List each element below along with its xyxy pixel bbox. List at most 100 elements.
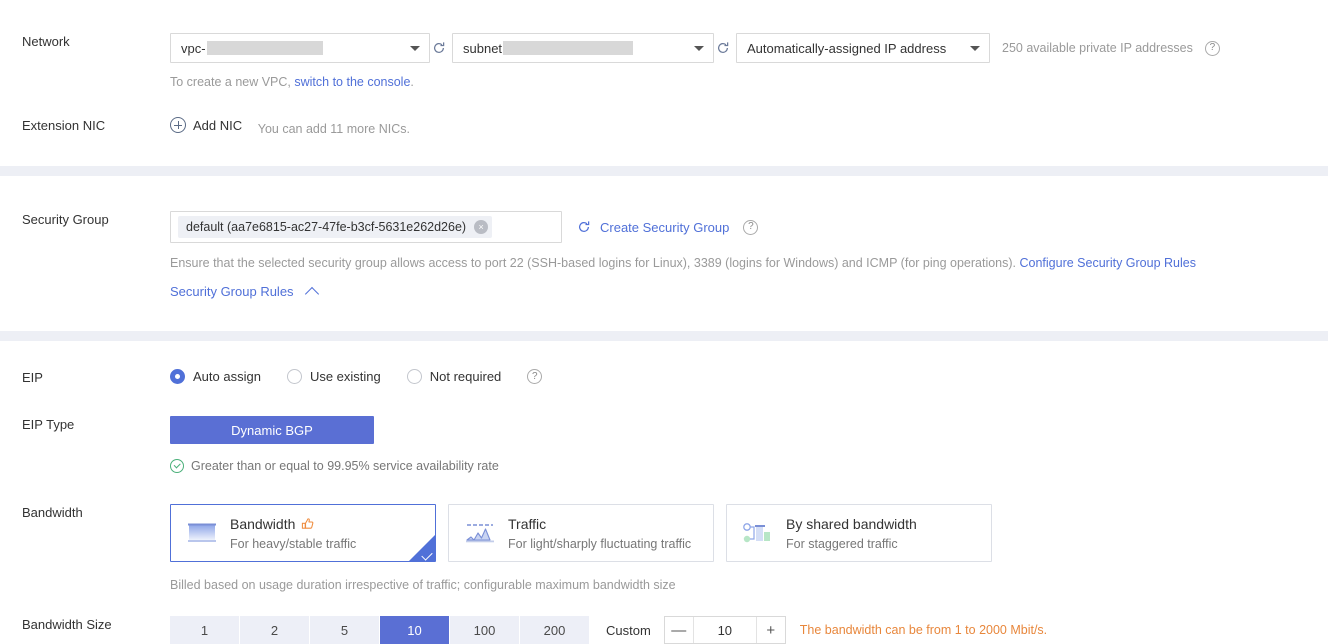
bandwidth-billing-note: Billed based on usage duration irrespect…	[170, 578, 676, 592]
refresh-subnet-button[interactable]	[714, 37, 732, 59]
bandwidth-card-title-wrap: Bandwidth	[230, 515, 356, 533]
bandwidth-range-warning: The bandwidth can be from 1 to 2000 Mbit…	[799, 623, 1048, 637]
bandwidth-card-subtitle: For light/sharply fluctuating traffic	[508, 536, 692, 551]
vpc-masked-value	[206, 41, 323, 55]
custom-label: Custom	[606, 622, 651, 638]
bandwidth-card-title: Traffic	[508, 515, 547, 532]
network-label: Network	[22, 34, 70, 49]
radio-icon	[406, 369, 422, 384]
eip-option-label: Auto assign	[193, 369, 261, 384]
stepper-decrement-button[interactable]: —	[665, 617, 694, 643]
plus-circle-icon	[170, 117, 186, 133]
refresh-security-group-button[interactable]	[575, 216, 593, 238]
eip-option-label: Not required	[429, 369, 502, 384]
radio-icon	[286, 369, 302, 384]
add-nic-button[interactable]: Add NIC	[170, 117, 242, 133]
security-group-rules-toggle-label: Security Group Rules	[170, 284, 294, 299]
bandwidth-row: Bandwidth Bandwidth For heavy/stable tra…	[0, 504, 1328, 592]
bandwidth-card-subtitle: For staggered traffic	[786, 536, 898, 551]
security-group-help-icon[interactable]: ?	[743, 219, 759, 235]
ip-address-select-value: Automatically-assigned IP address	[747, 40, 947, 56]
bandwidth-block-icon	[185, 520, 219, 546]
ip-address-select[interactable]: Automatically-assigned IP address	[736, 33, 990, 63]
subnet-select-value: subnet	[463, 40, 503, 56]
bandwidth-card-text: Traffic For light/sharply fluctuating tr…	[508, 515, 691, 552]
bandwidth-stepper-input[interactable]	[693, 621, 756, 639]
vpc-select-value: vpc-	[181, 40, 206, 56]
bandwidth-card-title: Bandwidth	[230, 515, 296, 532]
eip-availability-row: Greater than or equal to 99.95% service …	[170, 459, 1328, 473]
security-group-label: Security Group	[22, 212, 109, 227]
bandwidth-content: Bandwidth For heavy/stable traffic Traff…	[170, 504, 1328, 592]
configure-security-group-rules-link[interactable]: Configure Security Group Rules	[1020, 256, 1196, 270]
add-nic-label: Add NIC	[193, 117, 243, 133]
eip-type-content: Dynamic BGP Greater than or equal to 99.…	[170, 416, 1328, 473]
network-section: Network vpc- subnet Automatically-assign…	[0, 0, 1328, 166]
eip-help-icon[interactable]: ?	[527, 369, 543, 384]
eip-type-label: EIP Type	[22, 417, 75, 432]
security-group-rules-toggle[interactable]: Security Group Rules	[170, 284, 319, 301]
vpc-select[interactable]: vpc-	[170, 33, 430, 63]
security-group-section: Security Group default (aa7e6815-ac27-47…	[0, 176, 1328, 331]
eip-label: EIP	[22, 370, 43, 385]
security-group-content: default (aa7e6815-ac27-47fe-b3cf-5631e26…	[170, 211, 1328, 301]
chevron-up-icon	[304, 286, 319, 301]
bandwidth-card-text: By shared bandwidth For staggered traffi…	[786, 515, 917, 552]
bandwidth-card-group: Bandwidth For heavy/stable traffic Traff…	[170, 504, 1328, 562]
eip-radio-group: Auto assign Use existing Not required ?	[170, 369, 1328, 384]
bandwidth-card-title: By shared bandwidth	[786, 515, 917, 532]
security-group-tag: default (aa7e6815-ac27-47fe-b3cf-5631e26…	[178, 216, 493, 238]
chevron-down-icon	[410, 46, 420, 51]
bandwidth-label: Bandwidth	[22, 505, 83, 520]
refresh-vpc-button[interactable]	[430, 37, 448, 59]
create-security-group-link[interactable]: Create Security Group	[600, 220, 729, 235]
eip-option-auto-assign[interactable]: Auto assign	[170, 369, 261, 384]
eip-row: EIP Auto assign Use existing Not require…	[0, 369, 1328, 387]
radio-icon	[170, 369, 185, 384]
eip-option-not-required[interactable]: Not required	[406, 369, 502, 384]
create-vpc-hint-suffix: .	[410, 75, 414, 89]
network-help-icon[interactable]: ?	[1204, 40, 1220, 56]
extension-nic-label: Extension NIC	[22, 118, 106, 133]
section-divider-2	[0, 331, 1328, 341]
section-divider-1	[0, 166, 1328, 176]
thumbs-up-icon	[301, 517, 315, 531]
available-ip-text: 250 available private IP addresses	[1002, 41, 1193, 55]
create-vpc-hint-prefix: To create a new VPC,	[170, 75, 295, 89]
eip-section: EIP Auto assign Use existing Not require…	[0, 341, 1328, 644]
security-group-description-text: Ensure that the selected security group …	[170, 256, 1020, 270]
eip-option-use-existing[interactable]: Use existing	[286, 369, 381, 384]
create-vpc-hint: To create a new VPC, switch to the conso…	[170, 75, 1328, 89]
network-content: vpc- subnet Automatically-assigned IP ad…	[170, 33, 1328, 89]
security-group-tag-label: default (aa7e6815-ac27-47fe-b3cf-5631e26…	[186, 220, 467, 234]
security-group-row: Security Group default (aa7e6815-ac27-47…	[0, 211, 1328, 301]
eip-type-dynamic-bgp-button[interactable]: Dynamic BGP	[170, 416, 374, 444]
extension-nic-content: Add NIC You can add 11 more NICs.	[170, 117, 1328, 136]
subnet-masked-value	[503, 41, 634, 55]
network-row: Network vpc- subnet Automatically-assign…	[0, 0, 1328, 89]
security-group-description: Ensure that the selected security group …	[170, 256, 1328, 270]
chevron-down-icon	[970, 46, 980, 51]
bandwidth-card-bandwidth[interactable]: Bandwidth For heavy/stable traffic	[170, 504, 436, 562]
extension-nic-row: Extension NIC Add NIC You can add 11 mor…	[0, 117, 1328, 166]
stepper-increment-button[interactable]: +	[755, 617, 785, 643]
bandwidth-card-traffic[interactable]: Traffic For light/sharply fluctuating tr…	[448, 504, 714, 562]
eip-availability-text: Greater than or equal to 99.95% service …	[191, 459, 499, 473]
shared-bandwidth-icon	[741, 520, 775, 546]
switch-to-console-link[interactable]: switch to the console	[294, 75, 410, 89]
network-selectors: vpc- subnet Automatically-assigned IP ad…	[170, 33, 1328, 63]
remove-tag-icon[interactable]: ×	[474, 220, 489, 234]
security-group-select[interactable]: default (aa7e6815-ac27-47fe-b3cf-5631e26…	[170, 211, 562, 243]
subnet-select[interactable]: subnet	[452, 33, 714, 63]
bandwidth-card-shared[interactable]: By shared bandwidth For staggered traffi…	[726, 504, 992, 562]
chevron-down-icon	[694, 46, 704, 51]
bandwidth-card-text: Bandwidth For heavy/stable traffic	[230, 515, 356, 552]
eip-type-row: EIP Type Dynamic BGP Greater than or equ…	[0, 416, 1328, 473]
bandwidth-size-label: Bandwidth Size	[22, 617, 112, 632]
eip-content: Auto assign Use existing Not required ?	[170, 369, 1328, 384]
extension-nic-hint: You can add 11 more NICs.	[257, 122, 410, 136]
eip-option-label: Use existing	[309, 369, 381, 384]
check-circle-icon	[170, 459, 184, 473]
bandwidth-card-subtitle: For heavy/stable traffic	[230, 536, 357, 551]
traffic-chart-icon	[463, 520, 497, 546]
